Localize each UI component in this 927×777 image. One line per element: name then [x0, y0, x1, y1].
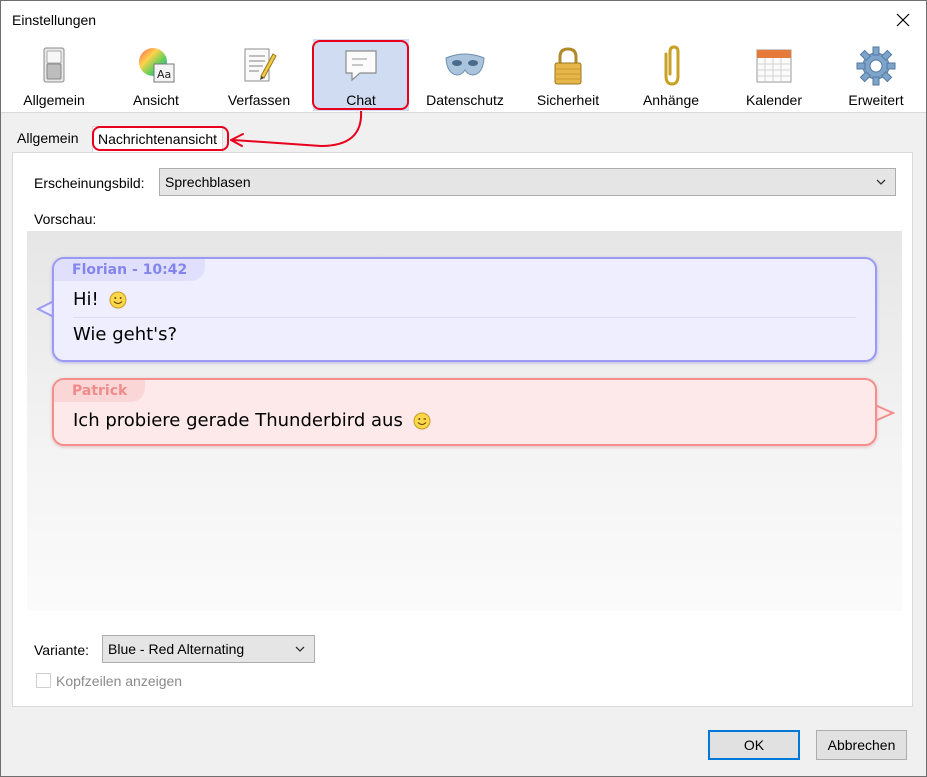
chevron-down-icon [294, 642, 306, 658]
appearance-value: Sprechblasen [165, 174, 251, 190]
message-sender: Patrick [54, 380, 146, 402]
ok-button-label: OK [743, 737, 765, 753]
headers-checkbox[interactable] [36, 673, 51, 688]
message-line: Wie geht's? [73, 324, 178, 345]
message-separator [73, 317, 856, 318]
message-bubble: Florian - 10:42 Hi! Wie geht's? [52, 257, 877, 362]
smiley-icon [413, 412, 431, 430]
variant-label: Variante: [34, 642, 89, 658]
variant-select[interactable]: Blue - Red Alternating [102, 635, 315, 663]
ok-button[interactable]: OK [708, 730, 800, 760]
variant-value: Blue - Red Alternating [108, 641, 245, 657]
chevron-down-icon [875, 175, 887, 191]
headers-checkbox-label: Kopfzeilen anzeigen [56, 673, 183, 689]
appearance-label: Erscheinungsbild: [34, 175, 145, 191]
preferences-window: Einstellungen Allgemein Aa Ansicht Verfa… [0, 0, 927, 777]
cancel-button[interactable]: Abbrechen [816, 730, 907, 760]
appearance-select[interactable]: Sprechblasen [159, 168, 896, 196]
message-view-panel: Erscheinungsbild: Sprechblasen Vorschau:… [12, 152, 913, 707]
chat-preview: Florian - 10:42 Hi! Wie geht's? Patrick [27, 231, 902, 611]
preview-label: Vorschau: [34, 211, 97, 227]
message-bubble: Patrick Ich probiere gerade Thunderbird … [52, 378, 877, 446]
message-line: Hi! [73, 289, 127, 310]
smiley-icon [109, 291, 126, 309]
cancel-button-label: Abbrechen [827, 737, 896, 753]
message-line: Ich probiere gerade Thunderbird aus [73, 410, 431, 431]
message-sender: Florian - 10:42 [54, 259, 206, 281]
